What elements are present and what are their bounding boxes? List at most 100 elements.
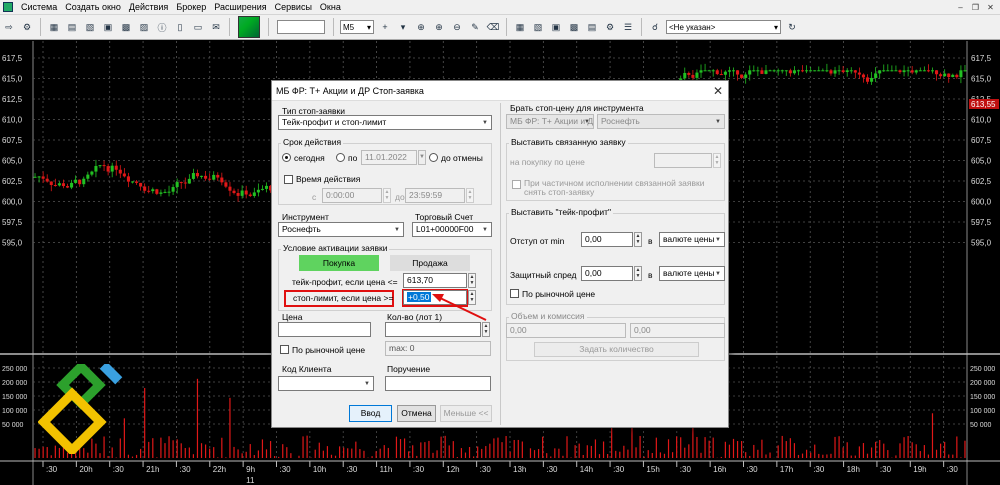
until-label: по	[348, 153, 358, 163]
less-button[interactable]: Меньше <<	[440, 405, 492, 422]
take-profit-input[interactable]: 613,70	[403, 273, 467, 288]
stop-security-select[interactable]: Роснефть ▼	[597, 114, 725, 129]
until-date-field[interactable]: 11.01.2022	[361, 150, 417, 165]
spread-market-checkbox[interactable]	[510, 289, 519, 298]
toolbar-divider	[229, 18, 230, 36]
until-radio[interactable]	[336, 153, 345, 162]
volume-bar	[355, 441, 357, 458]
lock-icon[interactable]: ▣	[549, 20, 563, 34]
menu-extensions[interactable]: Расширения	[210, 2, 270, 12]
buy-button[interactable]: Покупка	[299, 255, 379, 271]
to-time-spinner[interactable]: ▲ ▼	[466, 188, 474, 203]
stop-limit-spinner[interactable]: ▲ ▼	[468, 290, 476, 305]
volume-bar	[915, 444, 917, 458]
messages-icon[interactable]: ✉	[209, 20, 223, 34]
offset-unit-select[interactable]: валюте цены ▼	[659, 232, 725, 247]
order-icon[interactable]: ▦	[513, 20, 527, 34]
volume-bar	[834, 436, 836, 458]
chart-icon[interactable]: ▯	[173, 20, 187, 34]
menu-broker[interactable]: Брокер	[172, 2, 210, 12]
spread-input[interactable]: 0,00	[581, 266, 633, 281]
time-tick-label: :30	[413, 465, 425, 474]
restore-icon[interactable]: ❐	[969, 2, 982, 13]
until-cancel-radio[interactable]	[429, 153, 438, 162]
chevron-down-icon[interactable]: ▾	[396, 20, 410, 34]
calendar-dropdown-icon[interactable]: ▼	[418, 150, 426, 165]
to-time-field[interactable]: 23:59:59	[405, 188, 465, 203]
spread-spinner[interactable]: ▲ ▼	[634, 266, 642, 281]
menu-windows[interactable]: Окна	[316, 2, 345, 12]
stop-order-icon[interactable]: ▧	[531, 20, 545, 34]
instrument-select[interactable]: Роснефть ▼	[278, 222, 404, 237]
submit-button[interactable]: Ввод	[349, 405, 392, 422]
candle-body	[691, 74, 695, 78]
cancel-button[interactable]: Отмена	[397, 405, 436, 422]
user-icon[interactable]: ☌	[648, 20, 662, 34]
volume-bar	[375, 451, 377, 458]
client-select[interactable]: <Не указан> ▾	[666, 20, 781, 34]
close-icon[interactable]: ✕	[984, 2, 997, 13]
linked-cancel-checkbox[interactable]	[512, 180, 521, 189]
qty-spinner[interactable]: ▲ ▼	[482, 322, 490, 337]
quotes-icon[interactable]: ▧	[83, 20, 97, 34]
volume-bar	[493, 438, 495, 458]
market-price-checkbox[interactable]	[280, 345, 289, 354]
new-order-icon[interactable]: ▦	[47, 20, 61, 34]
menu-services[interactable]: Сервисы	[271, 2, 316, 12]
search-input[interactable]	[277, 20, 325, 34]
portfolio-icon[interactable]: ▩	[119, 20, 133, 34]
trades-icon[interactable]: ▣	[101, 20, 115, 34]
time-checkbox[interactable]	[284, 175, 293, 184]
connect-icon[interactable]: ⇨	[2, 20, 16, 34]
from-time-field[interactable]: 0:00:00	[322, 188, 382, 203]
account-select[interactable]: L01+00000F00 ▼	[412, 222, 492, 237]
today-radio[interactable]	[282, 153, 291, 162]
interval-select[interactable]: M5 ▾	[340, 20, 374, 34]
stop-class-select[interactable]: МБ ФР: Т+ Акции и Д ▼	[506, 114, 594, 129]
client-code-select[interactable]: ▼	[278, 376, 374, 391]
minimize-icon[interactable]: –	[954, 2, 967, 13]
table-icon[interactable]: ▤	[65, 20, 79, 34]
from-time-spinner[interactable]: ▲ ▼	[383, 188, 391, 203]
disconnect-icon[interactable]: ⚙	[20, 20, 34, 34]
list-icon[interactable]: ☰	[621, 20, 635, 34]
volume-bar	[598, 454, 601, 458]
pen-icon[interactable]: ✎	[468, 20, 482, 34]
broker-chart-icon[interactable]	[238, 16, 260, 38]
settings-icon[interactable]: ⚙	[603, 20, 617, 34]
zoom-out-icon[interactable]: ⊖	[450, 20, 464, 34]
save-icon[interactable]: ▩	[567, 20, 581, 34]
dialog-titlebar[interactable]: МБ ФР: Т+ Акции и ДР Стоп-заявка ✕	[272, 81, 728, 101]
candle-body	[236, 193, 240, 196]
info-icon[interactable]: ⓘ	[155, 20, 169, 34]
spread-unit-select[interactable]: валюте цены ▼	[659, 266, 725, 281]
stop-limit-input[interactable]: +0,50	[403, 290, 467, 305]
linked-price-input[interactable]	[654, 153, 712, 168]
target-icon[interactable]: ⊕	[414, 20, 428, 34]
limits-icon[interactable]: ▨	[137, 20, 151, 34]
offset-input[interactable]: 0,00	[581, 232, 633, 247]
candle-body	[37, 176, 41, 178]
order-comment-input[interactable]	[385, 376, 491, 391]
sell-button[interactable]: Продажа	[390, 255, 470, 271]
close-icon[interactable]: ✕	[708, 84, 728, 98]
menu-create-window[interactable]: Создать окно	[61, 2, 125, 12]
refresh-icon[interactable]: ↻	[785, 20, 799, 34]
crosshair-icon[interactable]: +	[378, 20, 392, 34]
print-icon[interactable]: ▤	[585, 20, 599, 34]
linked-price-spinner[interactable]: ▲ ▼	[713, 153, 721, 168]
menu-actions[interactable]: Действия	[125, 2, 172, 12]
stop-type-select[interactable]: Тейк-профит и стоп-лимит ▼	[278, 115, 492, 130]
offset-spinner[interactable]: ▲ ▼	[634, 232, 642, 247]
take-profit-spinner[interactable]: ▲ ▼	[468, 273, 476, 288]
zoom-in-icon[interactable]: ⊕	[432, 20, 446, 34]
set-quantity-button[interactable]: Задать количество	[534, 342, 699, 357]
price-input[interactable]	[278, 322, 371, 337]
news-icon[interactable]: ▭	[191, 20, 205, 34]
eraser-icon[interactable]: ⌫	[486, 20, 500, 34]
candle-body	[727, 70, 731, 72]
menu-system[interactable]: Система	[17, 2, 61, 12]
volume-bar	[192, 454, 195, 458]
qty-input[interactable]	[385, 322, 481, 337]
volume-bar	[428, 440, 430, 458]
